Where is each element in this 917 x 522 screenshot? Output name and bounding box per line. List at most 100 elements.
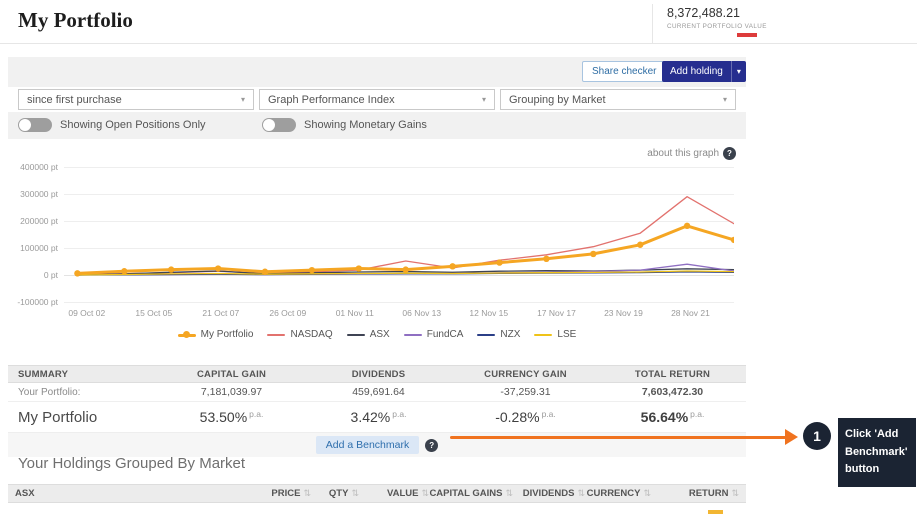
x-axis-tick: 06 Nov 13	[402, 308, 442, 318]
summary-value-cell: -37,259.31	[500, 386, 551, 398]
summary-header-cell: DIVIDENDS	[351, 368, 406, 380]
legend-item-lse[interactable]: LSE	[534, 329, 576, 340]
y-axis-tick: 0 pt	[43, 270, 58, 280]
sort-icon[interactable]: ⇅	[303, 488, 311, 499]
legend-item-nasdaq[interactable]: NASDAQ	[267, 329, 333, 340]
toggle-knob	[19, 119, 31, 131]
chevron-down-icon: ▾	[481, 95, 486, 104]
holdings-header-row: ASX PRICE ⇅ QTY ⇅ VALUE ⇅ CAPITAL GAINS ⇅ DIVIDEN…	[8, 484, 746, 503]
holdings-row-partial	[8, 503, 746, 522]
holdings-column-header-return[interactable]: RETURN ⇅	[651, 485, 739, 502]
graph-type-select[interactable]: Graph Performance Index ▾	[259, 89, 495, 110]
summary-value-cell: 53.50% p.a.	[199, 409, 264, 425]
holdings-group-label: ASX	[15, 488, 35, 499]
about-graph-link[interactable]: about this graph ?	[647, 147, 736, 160]
graph-type-select-value: Graph Performance Index	[268, 93, 395, 106]
summary-portfolio-row: Your Portfolio: 7,181,039.97 459,691.64 -37…	[8, 383, 746, 402]
about-graph-label: about this graph	[647, 148, 719, 159]
portfolio-change-indicator	[737, 33, 757, 37]
performance-line-chart	[64, 167, 734, 303]
sort-icon[interactable]: ⇅	[643, 488, 651, 499]
holdings-column-header-value[interactable]: VALUE ⇅	[359, 485, 429, 502]
sort-icon[interactable]: ⇅	[731, 488, 739, 499]
add-holding-label[interactable]: Add holding	[662, 66, 731, 77]
holdings-column-header-currency[interactable]: CURRENCY ⇅	[585, 485, 651, 502]
filter-bar: since first purchase ▾ Graph Performance…	[8, 87, 746, 112]
legend-item-nzx[interactable]: NZX	[477, 329, 520, 340]
annotation-arrowhead-icon	[785, 429, 798, 445]
annotation-step-badge: 1	[803, 422, 831, 450]
summary-value-cell: 7,603,472.30	[641, 386, 704, 398]
x-axis-tick: 23 Nov 19	[604, 308, 643, 318]
summary-table: SUMMARY CAPITAL GAIN DIVIDENDS CURRENCY GAI…	[8, 365, 746, 457]
monetary-gains-toggle[interactable]	[262, 118, 296, 132]
legend-item-my-portfolio[interactable]: My Portfolio	[177, 329, 253, 340]
y-axis-tick: -100000 pt	[17, 297, 58, 307]
chevron-down-icon: ▾	[240, 95, 245, 104]
sort-icon[interactable]: ⇅	[351, 488, 359, 499]
sort-icon[interactable]: ⇅	[505, 488, 513, 499]
portfolio-value-label: CURRENT PORTFOLIO VALUE	[667, 23, 767, 30]
x-axis-tick: 26 Oct 09	[269, 308, 307, 318]
summary-header-cell: TOTAL RETURN	[634, 368, 711, 380]
legend-item-fundca[interactable]: FundCA	[403, 329, 463, 340]
help-icon[interactable]: ?	[425, 438, 439, 452]
portfolio-value-stat: 8,372,488.21 CURRENT PORTFOLIO VALUE	[652, 4, 767, 44]
page-title: My Portfolio	[18, 8, 133, 32]
x-axis-tick: 01 Nov 11	[335, 308, 374, 318]
share-checker-button[interactable]: Share checker	[582, 61, 667, 82]
sort-icon[interactable]: ⇅	[577, 488, 585, 499]
summary-header-cell: SUMMARY	[18, 368, 69, 380]
summary-rate-row: My Portfolio 53.50% p.a. 3.42% p.a. -0.28% p.a…	[8, 402, 746, 432]
controls-section: Share checker Add holding ▾ since first …	[8, 57, 746, 139]
summary-header-row: SUMMARY CAPITAL GAIN DIVIDENDS CURRENCY GAI…	[8, 365, 746, 383]
open-positions-toggle-label: Showing Open Positions Only	[60, 119, 206, 131]
y-axis-tick: 300000 pt	[20, 189, 58, 199]
portfolio-page: My Portfolio 8,372,488.21 CURRENT PORTFO…	[0, 0, 917, 522]
holdings-column-header-price[interactable]: PRICE ⇅	[255, 485, 311, 502]
x-axis-tick: 15 Oct 05	[135, 308, 173, 318]
period-select[interactable]: since first purchase ▾	[18, 89, 254, 110]
add-holding-button[interactable]: Add holding ▾	[662, 61, 746, 82]
summary-header-cell: CAPITAL GAIN	[196, 368, 267, 380]
summary-value-cell: -0.28% p.a.	[495, 409, 556, 425]
summary-value-cell: 56.64% p.a.	[640, 409, 705, 425]
annotation-arrow-line	[450, 436, 786, 439]
holdings-column-header-qty[interactable]: QTY ⇅	[311, 485, 359, 502]
open-positions-toggle-group: Showing Open Positions Only	[18, 118, 206, 132]
annotation-instruction-box: Click 'Add Benchmark' button	[838, 418, 916, 487]
summary-value-cell: 459,691.64	[352, 386, 405, 398]
y-axis-tick: 100000 pt	[20, 243, 58, 253]
monetary-gains-toggle-label: Showing Monetary Gains	[304, 119, 427, 131]
x-axis-tick: 09 Oct 02	[68, 308, 106, 318]
performance-chart-panel: about this graph ? 400000 pt 300000 pt 200…	[8, 139, 746, 357]
holdings-column-header-dividends[interactable]: DIVIDENDS ⇅	[513, 485, 585, 502]
x-axis-tick: 28 Nov 21	[671, 308, 710, 318]
x-axis: 09 Oct 02 15 Oct 05 21 Oct 07 26 Oct 09 01 N…	[64, 308, 734, 320]
monetary-gains-toggle-group: Showing Monetary Gains	[262, 118, 427, 132]
add-benchmark-button[interactable]: Add a Benchmark	[315, 436, 420, 454]
y-axis-tick: 400000 pt	[20, 162, 58, 172]
portfolio-value: 8,372,488.21	[667, 6, 740, 20]
grouping-select[interactable]: Grouping by Market ▾	[500, 89, 736, 110]
summary-value-cell: 3.42% p.a.	[350, 409, 407, 425]
summary-row-label: My Portfolio	[18, 408, 98, 426]
grouping-select-value: Grouping by Market	[509, 93, 606, 106]
open-positions-toggle[interactable]	[18, 118, 52, 132]
holdings-column-header-capital-gains[interactable]: CAPITAL GAINS ⇅	[429, 485, 513, 502]
chart-legend: My Portfolio NASDAQ ASX FundCA NZX LSE	[8, 329, 746, 340]
page-header: My Portfolio 8,372,488.21 CURRENT PORTFO…	[0, 0, 917, 44]
summary-header-cell: CURRENCY GAIN	[484, 368, 567, 380]
help-icon[interactable]: ?	[723, 147, 736, 160]
return-mini-bar	[708, 510, 723, 514]
x-axis-tick: 17 Nov 17	[537, 308, 576, 318]
y-axis-tick: 200000 pt	[20, 216, 58, 226]
x-axis-tick: 21 Oct 07	[202, 308, 240, 318]
chevron-down-icon: ▾	[722, 95, 727, 104]
summary-value-cell: 7,181,039.97	[200, 386, 263, 398]
legend-item-asx[interactable]: ASX	[346, 329, 390, 340]
sort-icon[interactable]: ⇅	[421, 488, 429, 499]
toggle-knob	[263, 119, 275, 131]
chevron-down-icon[interactable]: ▾	[730, 61, 746, 82]
period-select-value: since first purchase	[27, 93, 122, 106]
